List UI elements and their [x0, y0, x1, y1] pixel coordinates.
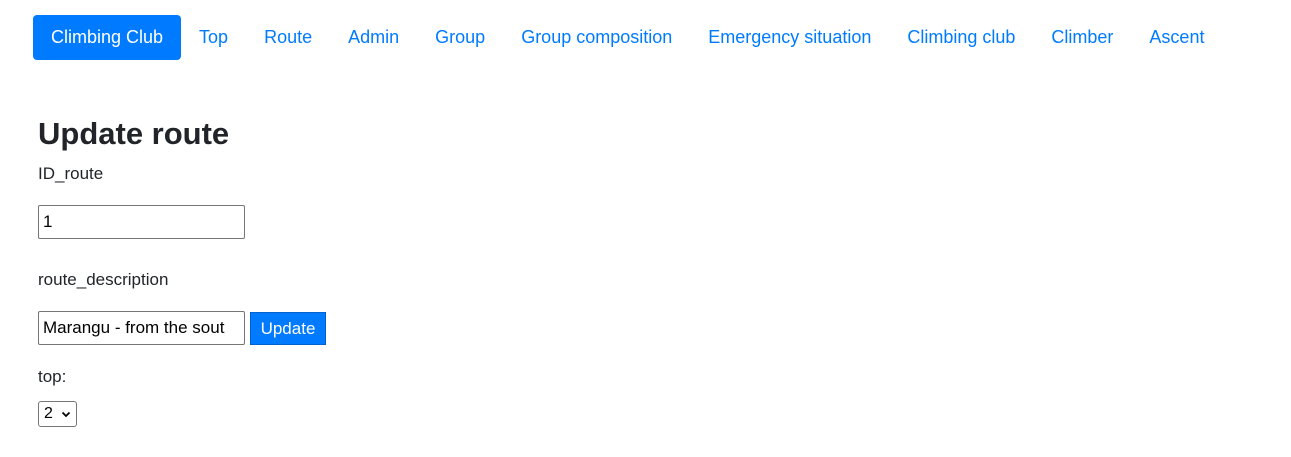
- top-label: top:: [38, 367, 67, 386]
- route-description-label: route_description: [38, 270, 169, 289]
- route-description-input[interactable]: Marangu - from the sout: [38, 311, 245, 345]
- update-route-form: Update route ID_route 1 route_descriptio…: [38, 112, 326, 427]
- nav-item-ascent[interactable]: Ascent: [1131, 15, 1222, 60]
- nav-item-climbing-club[interactable]: Climbing club: [889, 15, 1033, 60]
- nav-item-group-composition[interactable]: Group composition: [503, 15, 690, 60]
- navbar: Climbing Club Top Route Admin Group Grou…: [33, 15, 1222, 60]
- nav-item-route[interactable]: Route: [246, 15, 330, 60]
- id-route-input[interactable]: 1: [38, 205, 245, 239]
- nav-item-emergency-situation[interactable]: Emergency situation: [690, 15, 889, 60]
- nav-item-climber[interactable]: Climber: [1033, 15, 1131, 60]
- update-button[interactable]: Update: [250, 312, 326, 345]
- nav-item-top[interactable]: Top: [181, 15, 246, 60]
- top-select-value: 2: [44, 405, 53, 422]
- top-select[interactable]: 2: [38, 401, 77, 427]
- chevron-down-icon: [61, 409, 71, 419]
- id-route-label: ID_route: [38, 164, 104, 183]
- nav-item-admin[interactable]: Admin: [330, 15, 417, 60]
- nav-item-group[interactable]: Group: [417, 15, 503, 60]
- nav-brand-climbing-club[interactable]: Climbing Club: [33, 15, 182, 60]
- page-title: Update route: [38, 116, 230, 151]
